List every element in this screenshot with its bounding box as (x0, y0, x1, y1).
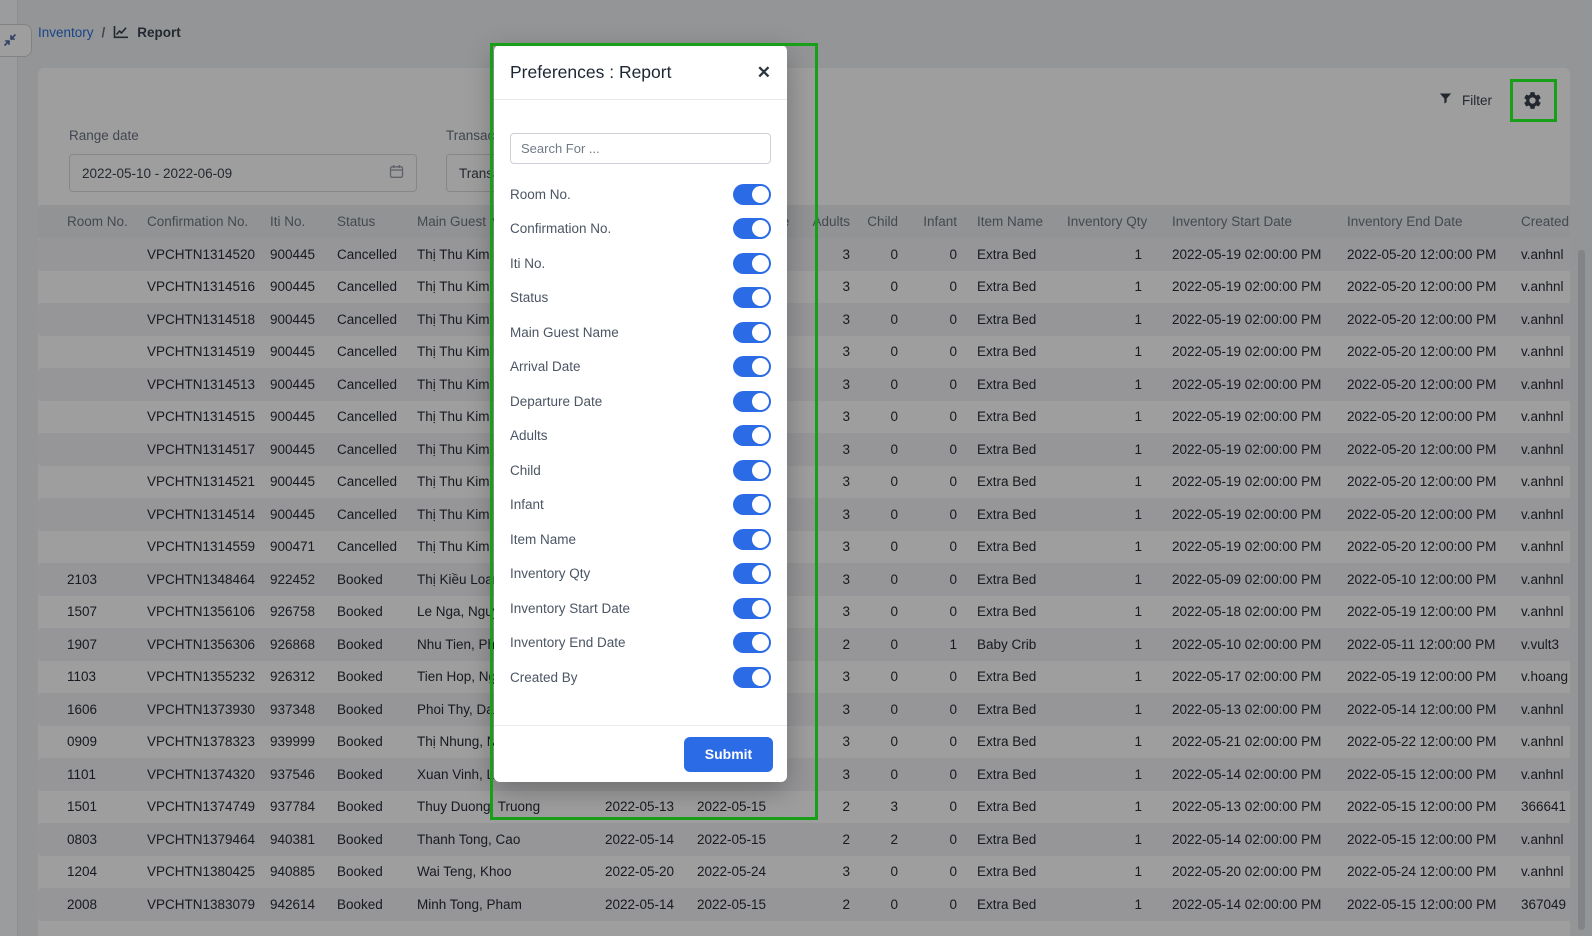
toggle-switch-status[interactable] (733, 287, 771, 308)
preference-row-iti-no: Iti No. (510, 246, 771, 281)
report-page: Inventory / Report Filter Range date 202… (0, 0, 1592, 936)
preference-row-arrival-date: Arrival Date (510, 350, 771, 385)
preference-row-inventory-start-date: Inventory Start Date (510, 591, 771, 626)
toggle-knob (752, 220, 769, 237)
preference-label: Item Name (510, 532, 576, 547)
preference-label: Child (510, 463, 541, 478)
modal-body: Room No. Confirmation No. Iti No. Status Mai… (494, 100, 787, 695)
preference-label: Inventory Qty (510, 566, 590, 581)
close-icon[interactable]: ✕ (757, 64, 771, 81)
preference-row-created-by: Created By (510, 660, 771, 695)
preference-label: Departure Date (510, 394, 602, 409)
toggle-switch-main-guest-name[interactable] (733, 322, 771, 343)
preference-label: Room No. (510, 187, 571, 202)
preference-row-status: Status (510, 281, 771, 316)
preference-label: Iti No. (510, 256, 545, 271)
toggle-knob (752, 289, 769, 306)
preference-label: Main Guest Name (510, 325, 619, 340)
toggle-switch-infant[interactable] (733, 494, 771, 515)
modal-footer: Submit (494, 725, 787, 782)
toggle-knob (752, 186, 769, 203)
toggle-switch-created-by[interactable] (733, 667, 771, 688)
preference-row-inventory-end-date: Inventory End Date (510, 626, 771, 661)
preference-label: Inventory Start Date (510, 601, 630, 616)
toggle-switch-departure-date[interactable] (733, 391, 771, 412)
preference-row-infant: Infant (510, 488, 771, 523)
toggle-knob (752, 634, 769, 651)
preference-label: Created By (510, 670, 578, 685)
modal-title: Preferences : Report (510, 62, 671, 83)
submit-button[interactable]: Submit (684, 737, 773, 772)
toggle-knob (752, 600, 769, 617)
preference-toggle-list: Room No. Confirmation No. Iti No. Status Mai… (510, 177, 771, 695)
preference-label: Infant (510, 497, 544, 512)
toggle-switch-room-no[interactable] (733, 184, 771, 205)
preference-label: Status (510, 290, 548, 305)
toggle-knob (752, 669, 769, 686)
toggle-switch-adults[interactable] (733, 425, 771, 446)
toggle-knob (752, 427, 769, 444)
preference-row-inventory-qty: Inventory Qty (510, 557, 771, 592)
preference-row-room-no: Room No. (510, 177, 771, 212)
toggle-knob (752, 393, 769, 410)
preference-label: Confirmation No. (510, 221, 611, 236)
toggle-switch-inventory-qty[interactable] (733, 563, 771, 584)
preferences-modal: Preferences : Report ✕ Room No. Confirmat… (494, 45, 787, 782)
toggle-switch-item-name[interactable] (733, 529, 771, 550)
preference-label: Arrival Date (510, 359, 581, 374)
toggle-switch-inventory-end-date[interactable] (733, 632, 771, 653)
toggle-switch-iti-no[interactable] (733, 253, 771, 274)
toggle-knob (752, 565, 769, 582)
preference-row-confirmation-no: Confirmation No. (510, 212, 771, 247)
modal-header: Preferences : Report ✕ (494, 45, 787, 100)
toggle-switch-confirmation-no[interactable] (733, 218, 771, 239)
preference-row-departure-date: Departure Date (510, 384, 771, 419)
toggle-switch-arrival-date[interactable] (733, 356, 771, 377)
toggle-knob (752, 462, 769, 479)
toggle-knob (752, 496, 769, 513)
toggle-knob (752, 531, 769, 548)
toggle-knob (752, 255, 769, 272)
preference-label: Adults (510, 428, 548, 443)
toggle-switch-inventory-start-date[interactable] (733, 598, 771, 619)
modal-backdrop (0, 0, 1592, 936)
preference-row-item-name: Item Name (510, 522, 771, 557)
preference-row-adults: Adults (510, 419, 771, 454)
preference-row-main-guest-name: Main Guest Name (510, 315, 771, 350)
preference-label: Inventory End Date (510, 635, 626, 650)
toggle-knob (752, 358, 769, 375)
toggle-knob (752, 324, 769, 341)
preference-row-child: Child (510, 453, 771, 488)
search-input[interactable] (510, 133, 771, 164)
toggle-switch-child[interactable] (733, 460, 771, 481)
